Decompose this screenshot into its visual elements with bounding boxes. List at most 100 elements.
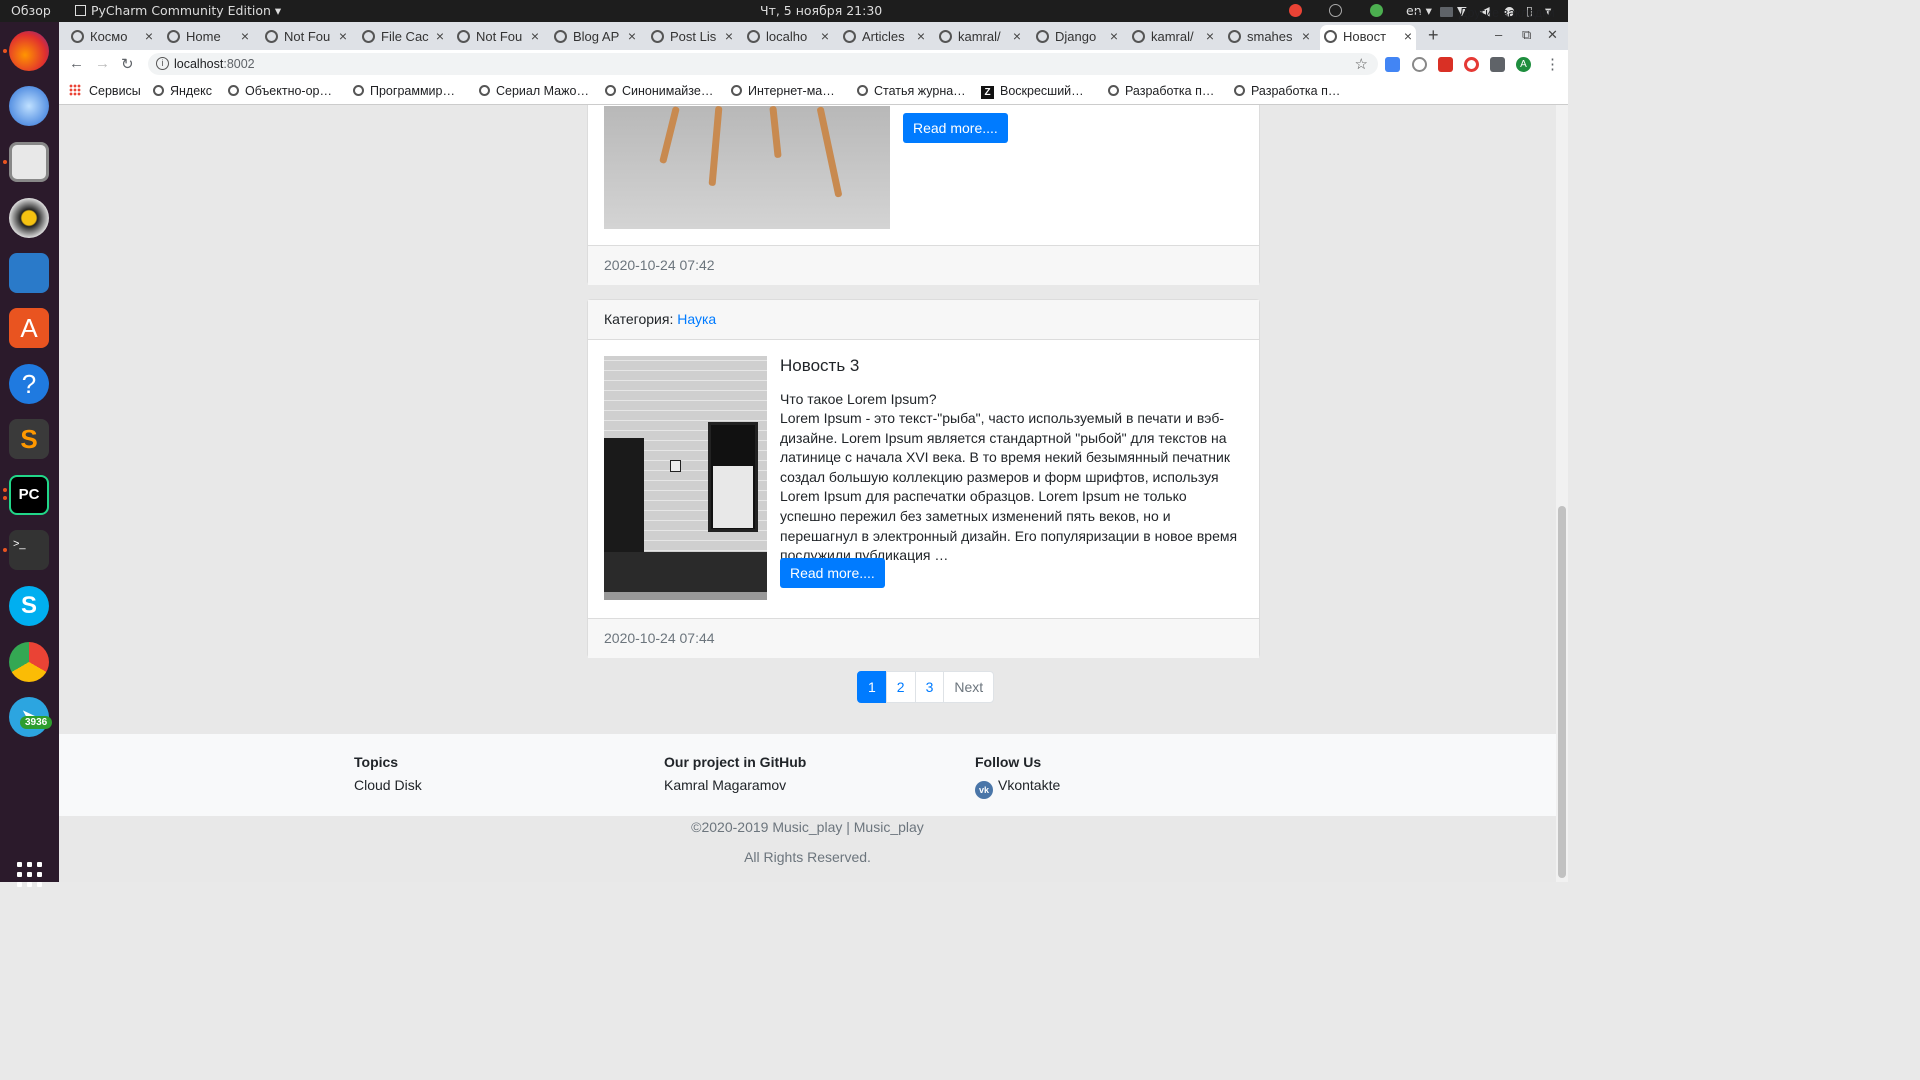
browser-tab[interactable]: localho × xyxy=(743,25,833,50)
skype-icon[interactable]: S xyxy=(9,586,49,626)
firefox-icon[interactable] xyxy=(9,31,49,71)
reload-button[interactable]: ↻ xyxy=(121,55,134,73)
bookmark-item[interactable]: Сервисы xyxy=(69,84,141,98)
bookmark-item[interactable]: Синонимайзе… xyxy=(605,84,713,98)
tab-close-icon[interactable]: × xyxy=(145,28,153,44)
tab-close-icon[interactable]: × xyxy=(436,28,444,44)
bookmark-star-icon[interactable]: ☆ xyxy=(1355,55,1368,73)
tab-close-icon[interactable]: × xyxy=(1013,28,1021,44)
tab-close-icon[interactable]: × xyxy=(628,28,636,44)
forward-button[interactable]: → xyxy=(95,55,110,72)
browser-tab[interactable]: File Cac × xyxy=(358,25,448,50)
tab-title: smahes xyxy=(1247,29,1293,44)
video-extension-icon[interactable] xyxy=(1438,57,1453,72)
site-info-icon[interactable]: i xyxy=(156,57,169,70)
bookmark-item[interactable]: Z Воскресший… xyxy=(981,84,1084,99)
sublime-text-icon[interactable]: S xyxy=(9,419,49,459)
page-link-2[interactable]: 2 xyxy=(885,671,916,703)
browser-tab[interactable]: Blog AP × xyxy=(550,25,640,50)
whatsapp-tray-icon[interactable] xyxy=(1329,4,1342,17)
tab-close-icon[interactable]: × xyxy=(821,28,829,44)
minimize-button[interactable]: – xyxy=(1495,27,1502,42)
browser-tab[interactable]: Новост × xyxy=(1320,25,1416,50)
browser-tab[interactable]: Not Fou × xyxy=(261,25,351,50)
thunderbird-icon[interactable] xyxy=(9,86,49,126)
page-link-3[interactable]: 3 xyxy=(914,671,945,703)
chrome-tray-icon[interactable] xyxy=(1289,4,1302,17)
profile-avatar[interactable]: A xyxy=(1516,57,1531,72)
maximize-button[interactable]: ⧉ xyxy=(1522,27,1531,43)
browser-tab[interactable]: Articles × xyxy=(839,25,929,50)
page-link-1[interactable]: 1 xyxy=(857,671,887,703)
tab-title: Not Fou xyxy=(476,29,523,44)
back-button[interactable]: ← xyxy=(69,55,84,72)
post-excerpt: Lorem Ipsum - это текст-"рыба", часто ис… xyxy=(780,410,1238,564)
libreoffice-writer-icon[interactable] xyxy=(9,253,49,293)
files-icon[interactable] xyxy=(9,142,49,182)
footer-follow-title: Follow Us xyxy=(975,754,1042,770)
wall-base xyxy=(604,552,767,592)
footer-cloud-disk-link[interactable]: Cloud Disk xyxy=(354,777,422,793)
post-image[interactable] xyxy=(604,356,767,600)
browser-tab[interactable]: kamral/ × xyxy=(935,25,1025,50)
terminal-icon[interactable]: >_ xyxy=(9,530,49,570)
more-bookmarks-button[interactable]: » xyxy=(1414,6,1421,20)
other-bookmarks-folder[interactable]: Другие закладки xyxy=(1440,6,1555,20)
help-icon[interactable]: ? xyxy=(9,364,49,404)
bookmark-item[interactable]: Разработка п… xyxy=(1234,84,1340,98)
extension-icon[interactable] xyxy=(1412,57,1427,72)
tab-close-icon[interactable]: × xyxy=(1110,28,1118,44)
show-applications-icon[interactable] xyxy=(17,862,43,888)
bookmark-item[interactable]: Объектно-ор… xyxy=(228,84,332,98)
bookmark-item[interactable]: Статья журна… xyxy=(857,84,966,98)
post-title[interactable]: Новость 3 xyxy=(780,356,859,376)
browser-tab[interactable]: Космо × xyxy=(67,25,157,50)
bookmark-item[interactable]: Разработка п… xyxy=(1108,84,1214,98)
chrome-icon[interactable] xyxy=(9,642,49,682)
page-link-next[interactable]: Next xyxy=(943,671,995,703)
new-tab-button[interactable]: + xyxy=(1428,25,1439,46)
browser-tab[interactable]: Not Fou × xyxy=(453,25,543,50)
bookmark-item[interactable]: Сериал Мажо… xyxy=(479,84,589,98)
window-curtain xyxy=(713,466,753,528)
bookmark-item[interactable]: Программир… xyxy=(353,84,455,98)
post-image[interactable] xyxy=(604,105,890,229)
tab-close-icon[interactable]: × xyxy=(1404,28,1412,44)
tab-close-icon[interactable]: × xyxy=(725,28,733,44)
tab-close-icon[interactable]: × xyxy=(339,28,347,44)
translate-extension-icon[interactable] xyxy=(1385,57,1400,72)
browser-tab[interactable]: Home × xyxy=(163,25,253,50)
tab-close-icon[interactable]: × xyxy=(241,28,249,44)
app-icon xyxy=(75,5,86,16)
browser-tab[interactable]: Django × xyxy=(1032,25,1122,50)
tab-close-icon[interactable]: × xyxy=(917,28,925,44)
close-window-button[interactable]: ✕ xyxy=(1547,27,1558,43)
activities-button[interactable]: Обзор xyxy=(11,3,51,18)
browser-tab[interactable]: kamral/ × xyxy=(1128,25,1218,50)
address-bar[interactable]: i localhost:8002 ☆ xyxy=(148,53,1378,75)
tab-close-icon[interactable]: × xyxy=(1302,28,1310,44)
web-page: Read more.... 2020-10-24 07:42 Категория… xyxy=(59,105,1556,882)
extensions-puzzle-icon[interactable] xyxy=(1490,57,1505,72)
opera-extension-icon[interactable] xyxy=(1464,57,1479,72)
software-center-icon[interactable]: A xyxy=(9,308,49,348)
rhythmbox-icon[interactable] xyxy=(9,198,49,238)
read-more-button[interactable]: Read more.... xyxy=(903,113,1008,143)
footer-github-link[interactable]: Kamral Magaramov xyxy=(664,777,806,793)
browser-tab[interactable]: smahes × xyxy=(1224,25,1314,50)
read-more-button[interactable]: Read more.... xyxy=(780,558,885,588)
footer-vk-link[interactable]: vk Vkontakte xyxy=(975,777,1060,799)
tab-close-icon[interactable]: × xyxy=(1206,28,1214,44)
check-tray-icon[interactable] xyxy=(1370,4,1383,17)
app-menu[interactable]: PyCharm Community Edition ▾ xyxy=(75,3,281,18)
tab-close-icon[interactable]: × xyxy=(531,28,539,44)
bookmark-item[interactable]: Яндекс xyxy=(153,84,212,98)
category-link[interactable]: Наука xyxy=(677,311,716,327)
browser-menu-icon[interactable]: ⋮ xyxy=(1545,55,1560,73)
bookmark-item[interactable]: Интернет-ма… xyxy=(731,84,835,98)
pycharm-icon[interactable]: PC xyxy=(9,475,49,515)
tab-title: Post Lis xyxy=(670,29,717,44)
clock[interactable]: Чт, 5 ноября 21:30 xyxy=(760,3,882,18)
page-scrollbar-thumb[interactable] xyxy=(1558,506,1566,878)
browser-tab[interactable]: Post Lis × xyxy=(647,25,737,50)
